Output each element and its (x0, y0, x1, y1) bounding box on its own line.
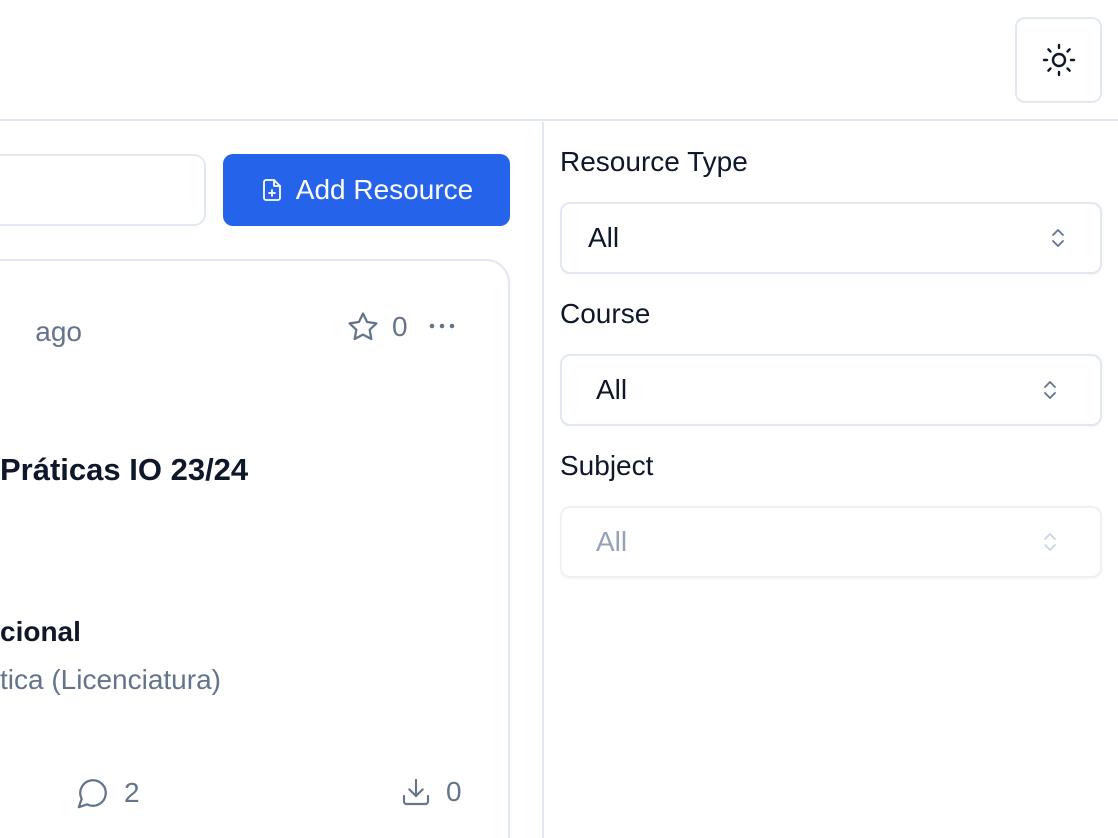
resource-type-select[interactable]: All (560, 202, 1102, 274)
download-icon (402, 778, 430, 806)
resource-time: es ago (30, 316, 82, 347)
resource-title[interactable]: Práticas IO 23/24 (0, 452, 400, 488)
more-options-button[interactable] (428, 312, 456, 340)
sun-icon (1042, 43, 1075, 77)
course-select[interactable]: All (560, 354, 1102, 426)
resource-type-value: All (588, 222, 620, 253)
resource-course: tica (Licenciatura) (0, 664, 221, 695)
add-resource-button[interactable]: Add Resource (223, 154, 510, 226)
more-horizontal-icon (429, 323, 455, 329)
chevrons-up-down-icon (1052, 229, 1064, 247)
star-count: 0 (392, 311, 408, 342)
downloads-count: 0 (446, 776, 462, 807)
subject-label: Subject (560, 450, 654, 481)
course-label: Course (560, 298, 651, 329)
add-resource-label: Add Resource (295, 174, 474, 205)
file-plus-icon (260, 177, 284, 203)
star-button[interactable]: 0 (346, 310, 408, 344)
subject-select: All (560, 506, 1102, 578)
search-input[interactable] (0, 154, 206, 226)
chevrons-up-down-icon (1044, 533, 1056, 551)
theme-toggle-button[interactable] (1015, 17, 1102, 103)
panel-divider (542, 122, 544, 838)
download-button[interactable]: 0 (400, 776, 462, 808)
top-bar (0, 0, 1118, 121)
chevrons-up-down-icon (1044, 381, 1056, 399)
comments-count: 2 (124, 777, 140, 808)
resource-subject: cional (0, 616, 81, 647)
resource-type-label: Resource Type (560, 146, 748, 177)
star-icon (348, 312, 378, 341)
subject-value: All (596, 526, 628, 557)
message-circle-icon (77, 779, 107, 809)
course-value: All (596, 374, 628, 405)
comments-button[interactable]: 2 (76, 776, 140, 810)
